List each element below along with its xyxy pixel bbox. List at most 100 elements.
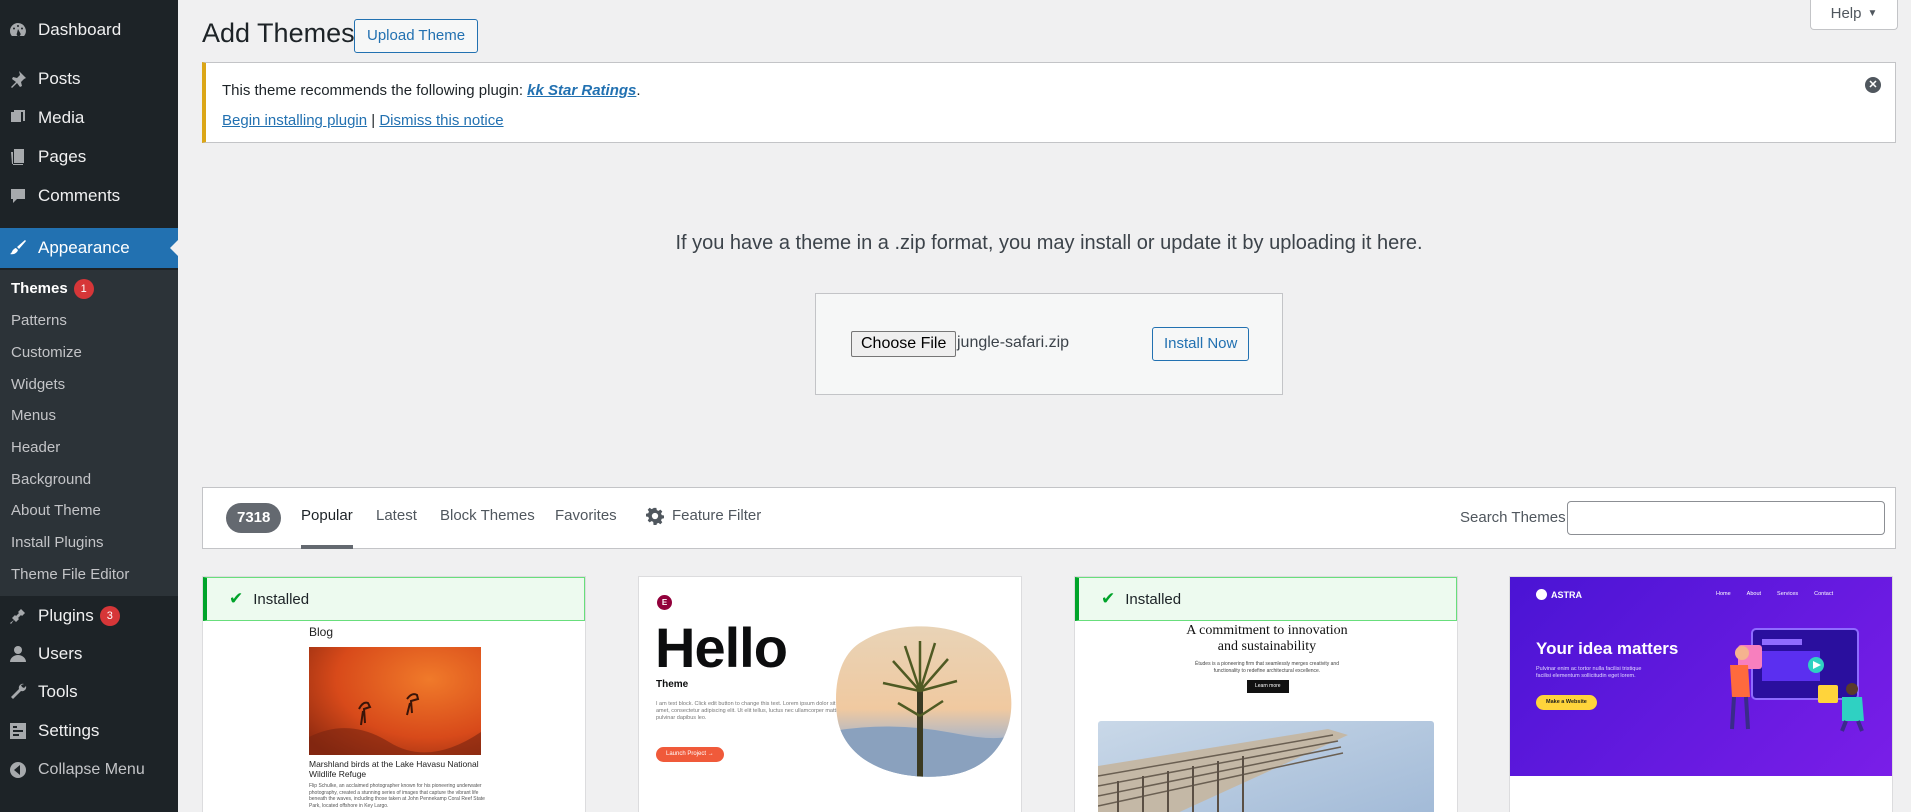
astra-illustration — [1730, 628, 1864, 732]
comment-icon — [8, 186, 28, 206]
checkmark-icon: ✔ — [229, 589, 244, 608]
theme-screenshot: ASTRA Home About Services Contact Your i… — [1510, 577, 1892, 812]
astra-nav-item: About — [1746, 591, 1762, 597]
theme-count-badge: 7318 — [226, 503, 282, 533]
sidebar-item-tools[interactable]: Tools — [0, 672, 178, 712]
sidebar-item-appearance[interactable]: Appearance — [0, 228, 178, 268]
hello-heading: Hello — [655, 616, 788, 679]
update-count-badge: 1 — [73, 279, 94, 300]
tab-popular[interactable]: Popular — [301, 507, 353, 549]
search-themes-label: Search Themes — [1460, 509, 1566, 526]
submenu-item-header[interactable]: Header — [11, 437, 60, 459]
notice-actions: Begin installing plugin | Dismiss this n… — [222, 112, 504, 129]
sidebar-item-label: Users — [38, 644, 83, 663]
tab-favorites[interactable]: Favorites — [555, 507, 617, 549]
theme-screenshot: E Hello Theme I am text block. Click edi… — [639, 577, 1021, 812]
upload-description: If you have a theme in a .zip format, yo… — [675, 232, 1423, 254]
elementor-logo: E — [657, 595, 672, 610]
theme-filter-bar: 7318 Popular Latest Block Themes Favorit… — [202, 487, 1896, 549]
hello-body: I am text block. Click edit button to ch… — [656, 701, 842, 721]
theme-card[interactable]: ✔ Installed A commitment to innovation a… — [1074, 576, 1458, 812]
installed-banner: ✔ Installed — [203, 577, 585, 621]
chevron-down-icon: ▼ — [1867, 8, 1878, 19]
marshland-photo — [309, 647, 481, 755]
tab-latest[interactable]: Latest — [376, 507, 417, 549]
sidebar-item-label: Tools — [38, 682, 78, 701]
astra-nav: Home About Services Contact — [1716, 591, 1833, 597]
submenu-item-customize[interactable]: Customize — [11, 342, 82, 364]
close-icon[interactable]: ✕ — [1865, 77, 1881, 93]
appearance-submenu: Themes 1 Patterns Customize Widgets Menus… — [0, 270, 178, 596]
notice-message: This theme recommends the following plug… — [222, 82, 641, 99]
pin-icon — [8, 69, 28, 89]
feature-filter-label: Feature Filter — [672, 507, 762, 524]
plugin-link[interactable]: kk Star Ratings — [527, 82, 636, 99]
submenu-item-label: Themes — [11, 280, 68, 297]
submenu-item-widgets[interactable]: Widgets — [11, 374, 65, 396]
settings-icon — [8, 721, 28, 741]
sidebar-item-settings[interactable]: Settings — [0, 711, 178, 751]
feature-filter-button[interactable]: Feature Filter — [646, 507, 761, 549]
sidebar-item-label: Comments — [38, 186, 121, 205]
sidebar-item-media[interactable]: Media — [0, 98, 178, 138]
cactus-photo — [836, 626, 1012, 777]
sidebar-item-users[interactable]: Users — [0, 634, 178, 674]
commitment-subtext: Études is a pioneering firm that seamles… — [1195, 661, 1339, 674]
installed-label: Installed — [253, 590, 310, 608]
sidebar-item-posts[interactable]: Posts — [0, 59, 178, 99]
notice-text: This theme recommends the following plug… — [222, 82, 528, 99]
submenu-item-themes[interactable]: Themes 1 — [11, 278, 94, 300]
wrench-icon — [8, 682, 28, 702]
search-themes-input[interactable] — [1567, 501, 1885, 535]
help-tab[interactable]: Help ▼ — [1810, 0, 1898, 30]
architecture-photo — [1098, 721, 1434, 812]
submenu-item-install-plugins[interactable]: Install Plugins — [11, 532, 104, 554]
astra-headline: Your idea matters — [1536, 639, 1679, 658]
plugin-icon — [8, 606, 28, 626]
astra-logo-icon — [1536, 589, 1547, 600]
install-now-button[interactable]: Install Now — [1152, 327, 1250, 361]
sidebar-item-dashboard[interactable]: Dashboard — [0, 10, 178, 50]
theme-card[interactable]: ✔ Installed Blog Marshland birds at the … — [202, 576, 586, 812]
users-icon — [8, 644, 28, 664]
submenu-item-theme-file-editor[interactable]: Theme File Editor — [11, 564, 129, 586]
checkmark-icon: ✔ — [1101, 589, 1116, 608]
submenu-item-menus[interactable]: Menus — [11, 405, 56, 427]
installed-label: Installed — [1125, 590, 1182, 608]
sidebar-item-plugins[interactable]: Plugins 3 — [0, 596, 178, 636]
sidebar-item-label: Pages — [38, 147, 87, 166]
choose-file-button[interactable]: Choose File — [851, 331, 957, 357]
sidebar-item-pages[interactable]: Pages — [0, 137, 178, 177]
theme-card[interactable]: E Hello Theme I am text block. Click edi… — [638, 576, 1022, 812]
submenu-item-patterns[interactable]: Patterns — [11, 310, 67, 332]
sidebar-item-comments[interactable]: Comments — [0, 176, 178, 216]
post-excerpt: Flip Schulke, an acclaimed photographer … — [309, 783, 485, 809]
sidebar-item-label: Plugins — [38, 606, 94, 625]
theme-screenshot: A commitment to innovation and sustainab… — [1075, 621, 1457, 812]
dismiss-notice-link[interactable]: Dismiss this notice — [379, 112, 503, 129]
gear-icon — [646, 507, 664, 525]
sidebar-item-label: Media — [38, 108, 85, 127]
astra-nav-item: Services — [1777, 591, 1799, 597]
hello-subheading: Theme — [656, 679, 689, 690]
make-website-button: Make a Website — [1536, 695, 1597, 710]
plugin-update-badge: 3 — [99, 606, 120, 626]
astra-brand: ASTRA — [1551, 589, 1582, 600]
astra-nav-item: Contact — [1814, 591, 1834, 597]
collapse-menu-label: Collapse Menu — [38, 761, 145, 778]
tab-block-themes[interactable]: Block Themes — [440, 507, 535, 549]
sidebar-item-label: Posts — [38, 69, 81, 88]
sidebar-item-label: Appearance — [38, 238, 130, 257]
pages-icon — [8, 147, 28, 167]
upload-form: Choose File jungle-safari.zip Install No… — [815, 293, 1283, 395]
collapse-menu-button[interactable]: Collapse Menu — [0, 750, 178, 790]
submenu-item-background[interactable]: Background — [11, 469, 91, 491]
blog-title: Blog — [309, 625, 334, 639]
theme-card[interactable]: ASTRA Home About Services Contact Your i… — [1509, 576, 1893, 812]
astra-subtext: Pulvinar enim ac tortor nulla facilisi t… — [1536, 666, 1642, 679]
submenu-item-about-theme[interactable]: About Theme — [11, 500, 101, 522]
upload-theme-button[interactable]: Upload Theme — [354, 19, 479, 53]
astra-logo: ASTRA — [1536, 589, 1582, 600]
astra-nav-item: Home — [1716, 591, 1731, 597]
begin-installing-plugin-link[interactable]: Begin installing plugin — [222, 112, 367, 129]
